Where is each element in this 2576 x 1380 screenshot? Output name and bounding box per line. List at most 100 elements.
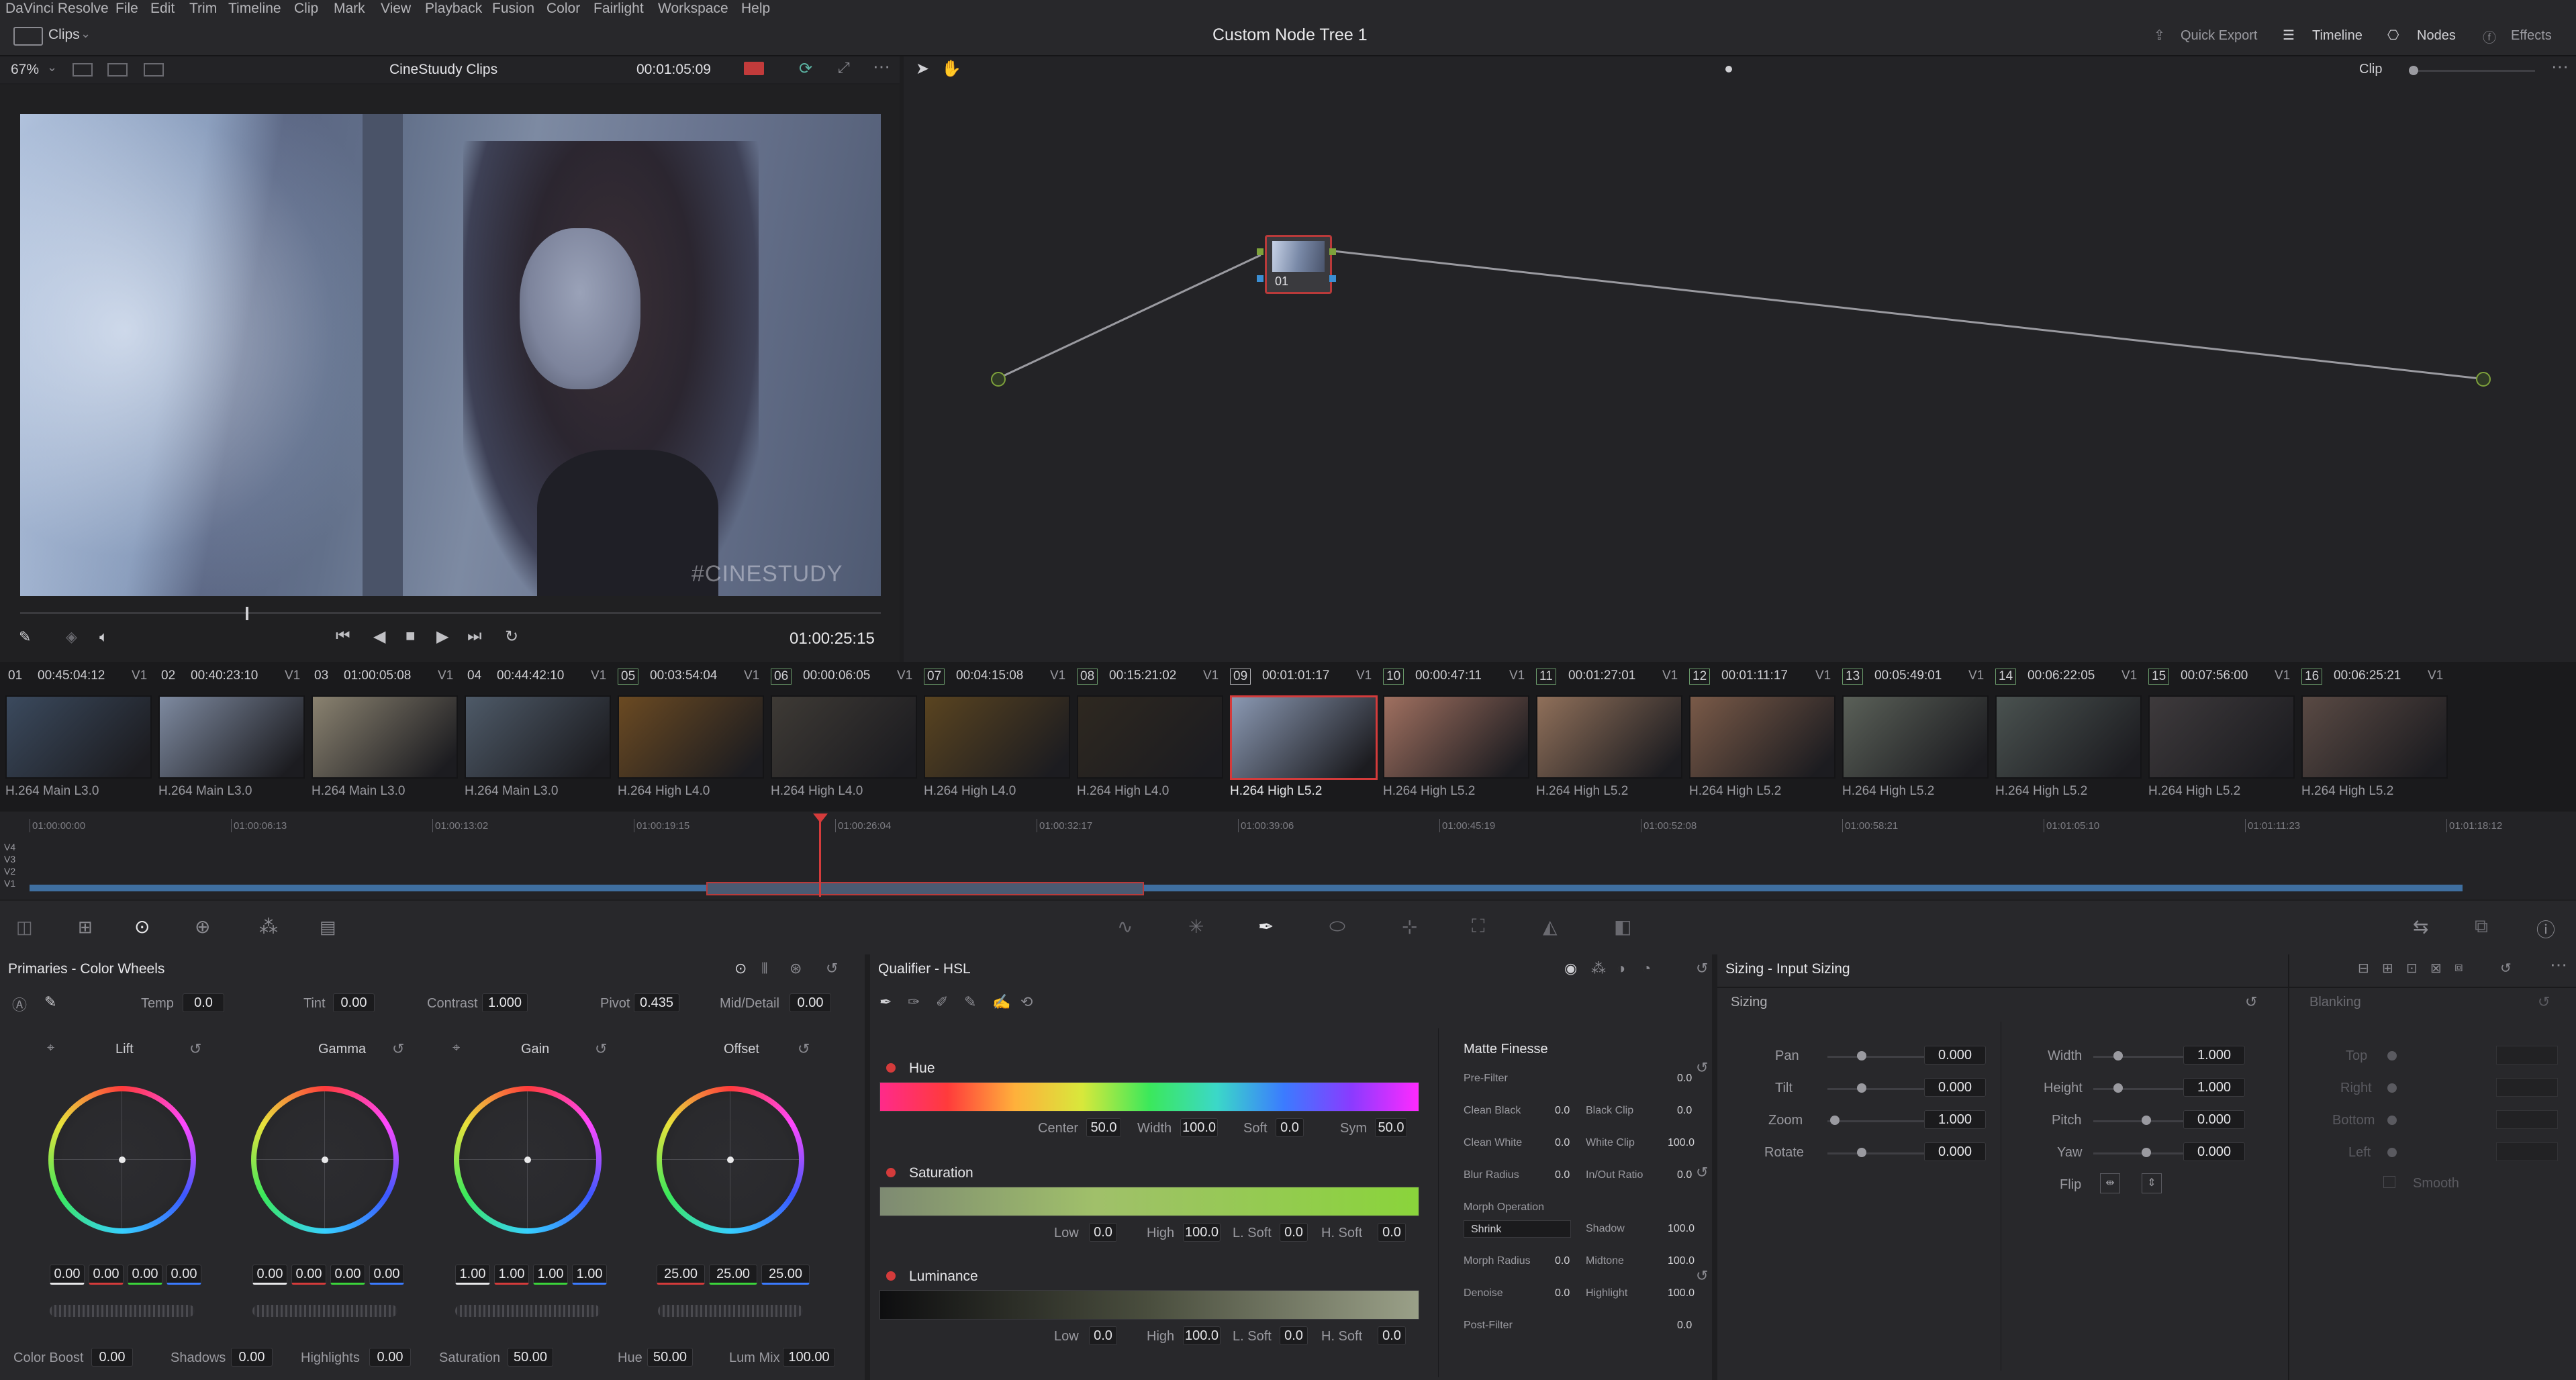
clip-thumbnail[interactable] (771, 695, 917, 779)
key-icon[interactable]: ◧ (1614, 916, 1631, 938)
flip-vertical-icon[interactable]: ⇕ (2142, 1173, 2162, 1193)
pitch-field[interactable]: 0.000 (2183, 1110, 2245, 1129)
contrast-field[interactable]: 1.000 (482, 993, 528, 1012)
wheel-reset-icon[interactable]: ↺ (595, 1040, 607, 1058)
auto-balance-icon[interactable]: Ⓐ (12, 993, 27, 1015)
lum-high-field[interactable]: 100.0 (1183, 1326, 1221, 1345)
yaw-knob[interactable] (2142, 1148, 2151, 1157)
clip-thumbnail[interactable] (1842, 695, 1989, 779)
wheel-value-field[interactable]: 0.00 (128, 1265, 162, 1285)
mini-timeline[interactable]: 01:00:00:00 01:00:06:13 01:00:13:02 01:00:1… (0, 812, 2576, 899)
clips-dropdown[interactable]: Clips (48, 27, 80, 43)
v1-clip-track[interactable] (30, 885, 2463, 891)
node-key-input-icon[interactable] (1257, 275, 1263, 282)
more-options-icon[interactable]: ⋯ (873, 56, 890, 77)
saturation-range-bar[interactable] (879, 1187, 1419, 1216)
menu-fusion[interactable]: Fusion (492, 0, 534, 17)
cleanwhite-value[interactable]: 0.0 (1555, 1137, 1570, 1149)
zoom-field[interactable]: 1.000 (1924, 1110, 1986, 1129)
playhead-marker-icon[interactable] (813, 814, 828, 823)
fullscreen-icon[interactable]: ⤢ (838, 59, 850, 77)
split-view-icon[interactable] (107, 63, 128, 77)
top-knob[interactable] (2387, 1051, 2397, 1061)
rotate-knob[interactable] (1857, 1148, 1866, 1157)
height-knob[interactable] (2113, 1083, 2123, 1093)
saturation-reset-icon[interactable]: ↺ (1696, 1164, 1708, 1181)
reset-icon[interactable]: ↺ (2500, 960, 2512, 977)
width-field[interactable]: 1.000 (2183, 1046, 2245, 1065)
denoise-value[interactable]: 0.0 (1555, 1287, 1570, 1299)
bottom-knob[interactable] (2387, 1116, 2397, 1125)
wheel-value-field[interactable]: 0.00 (166, 1265, 201, 1285)
scrubber-playhead[interactable] (246, 607, 248, 620)
lum-lsoft-field[interactable]: 0.0 (1280, 1326, 1308, 1345)
rotate-field[interactable]: 0.000 (1924, 1142, 1986, 1161)
highlights-field[interactable]: 0.00 (369, 1348, 411, 1367)
shadows-field[interactable]: 0.00 (231, 1348, 273, 1367)
hue-sym-field[interactable]: 50.0 (1375, 1118, 1407, 1137)
clip-thumbnail[interactable] (924, 695, 1070, 779)
menu-fairlight[interactable]: Fairlight (593, 0, 644, 17)
eyedropper-subtract-icon[interactable]: ✑ (908, 993, 920, 1011)
pan-slider[interactable] (1827, 1056, 1935, 1058)
clip-thumbnail[interactable] (2301, 695, 2448, 779)
wheel-value-field[interactable]: 25.00 (657, 1265, 705, 1285)
node-rgb-output-icon[interactable] (1329, 248, 1336, 255)
blackclip-value[interactable]: 0.0 (1677, 1105, 1692, 1117)
reset-all-icon[interactable]: ↺ (826, 960, 838, 977)
colorboost-field[interactable]: 0.00 (91, 1348, 133, 1367)
quick-export-button[interactable]: Quick Export (2181, 28, 2257, 44)
luminance-reset-icon[interactable]: ↺ (1696, 1267, 1708, 1285)
wheels-mode-icon[interactable]: ⊙ (734, 960, 747, 977)
timeline-button[interactable]: Timeline (2312, 28, 2363, 44)
node-key-output-icon[interactable] (1329, 275, 1336, 282)
tilt-field[interactable]: 0.000 (1924, 1078, 1986, 1097)
temp-field[interactable]: 0.0 (183, 993, 224, 1012)
middetail-field[interactable]: 0.00 (790, 993, 831, 1012)
midtone-value[interactable]: 100.0 (1668, 1255, 1695, 1267)
menu-file[interactable]: File (115, 0, 138, 17)
menu-workspace[interactable]: Workspace (658, 0, 728, 17)
inoutratio-value[interactable]: 0.0 (1677, 1169, 1692, 1181)
magic-mask-icon[interactable]: ⛶ (1472, 916, 1485, 938)
hue-field[interactable]: 50.00 (647, 1348, 693, 1367)
menu-timeline[interactable]: Timeline (228, 0, 281, 17)
blur-icon[interactable]: ◭ (1543, 916, 1558, 938)
scrubber-track[interactable] (20, 612, 881, 614)
camera-raw-icon[interactable]: ◫ (16, 917, 33, 938)
rgb-mode-icon[interactable]: ⁂ (1591, 960, 1606, 977)
clip-thumbnail[interactable] (312, 695, 458, 779)
menu-mark[interactable]: Mark (334, 0, 365, 17)
viewer-image[interactable]: #CINESTUDY (20, 114, 881, 596)
postfilter-value[interactable]: 0.0 (1677, 1320, 1692, 1332)
luminance-enable-icon[interactable] (886, 1271, 896, 1281)
yaw-field[interactable]: 0.000 (2183, 1142, 2245, 1161)
tree-output-icon[interactable] (2476, 372, 2491, 387)
node-01[interactable]: 01 (1265, 235, 1332, 294)
color-wheel[interactable] (48, 1086, 196, 1234)
color-warper-icon[interactable]: ✳ (1188, 916, 1204, 938)
timeline-icon[interactable]: ☰ (2283, 27, 2295, 44)
menu-color[interactable]: Color (546, 0, 580, 17)
hue-center-field[interactable]: 50.0 (1086, 1118, 1121, 1137)
info-icon[interactable]: ⓘ (2536, 916, 2555, 942)
hue-enable-icon[interactable] (886, 1063, 896, 1073)
node-sizing-icon[interactable]: ⊠ (2430, 960, 2442, 977)
width-knob[interactable] (2113, 1051, 2123, 1061)
viewer-mode-icon[interactable] (73, 63, 93, 77)
clip-thumbnail[interactable] (1077, 695, 1223, 779)
morphradius-value[interactable]: 0.0 (1555, 1255, 1570, 1267)
wipe-icon[interactable] (144, 63, 164, 77)
pan-knob[interactable] (1857, 1051, 1866, 1061)
reset-icon[interactable]: ↺ (1696, 960, 1708, 977)
app-name[interactable]: DaVinci Resolve (5, 0, 109, 17)
edit-sizing-icon[interactable]: ⊟ (2358, 960, 2369, 977)
clip-thumbnail[interactable] (1689, 695, 1835, 779)
wheel-value-field[interactable]: 0.00 (89, 1265, 124, 1285)
left-field[interactable] (2496, 1142, 2558, 1161)
softness-plus-icon[interactable]: ✍ (992, 993, 1010, 1011)
layers-icon[interactable]: ◈ (66, 628, 77, 646)
wheel-value-field[interactable]: 0.00 (369, 1265, 404, 1285)
motion-effects-icon[interactable]: ▤ (320, 917, 336, 938)
nodes-button[interactable]: Nodes (2417, 28, 2456, 44)
